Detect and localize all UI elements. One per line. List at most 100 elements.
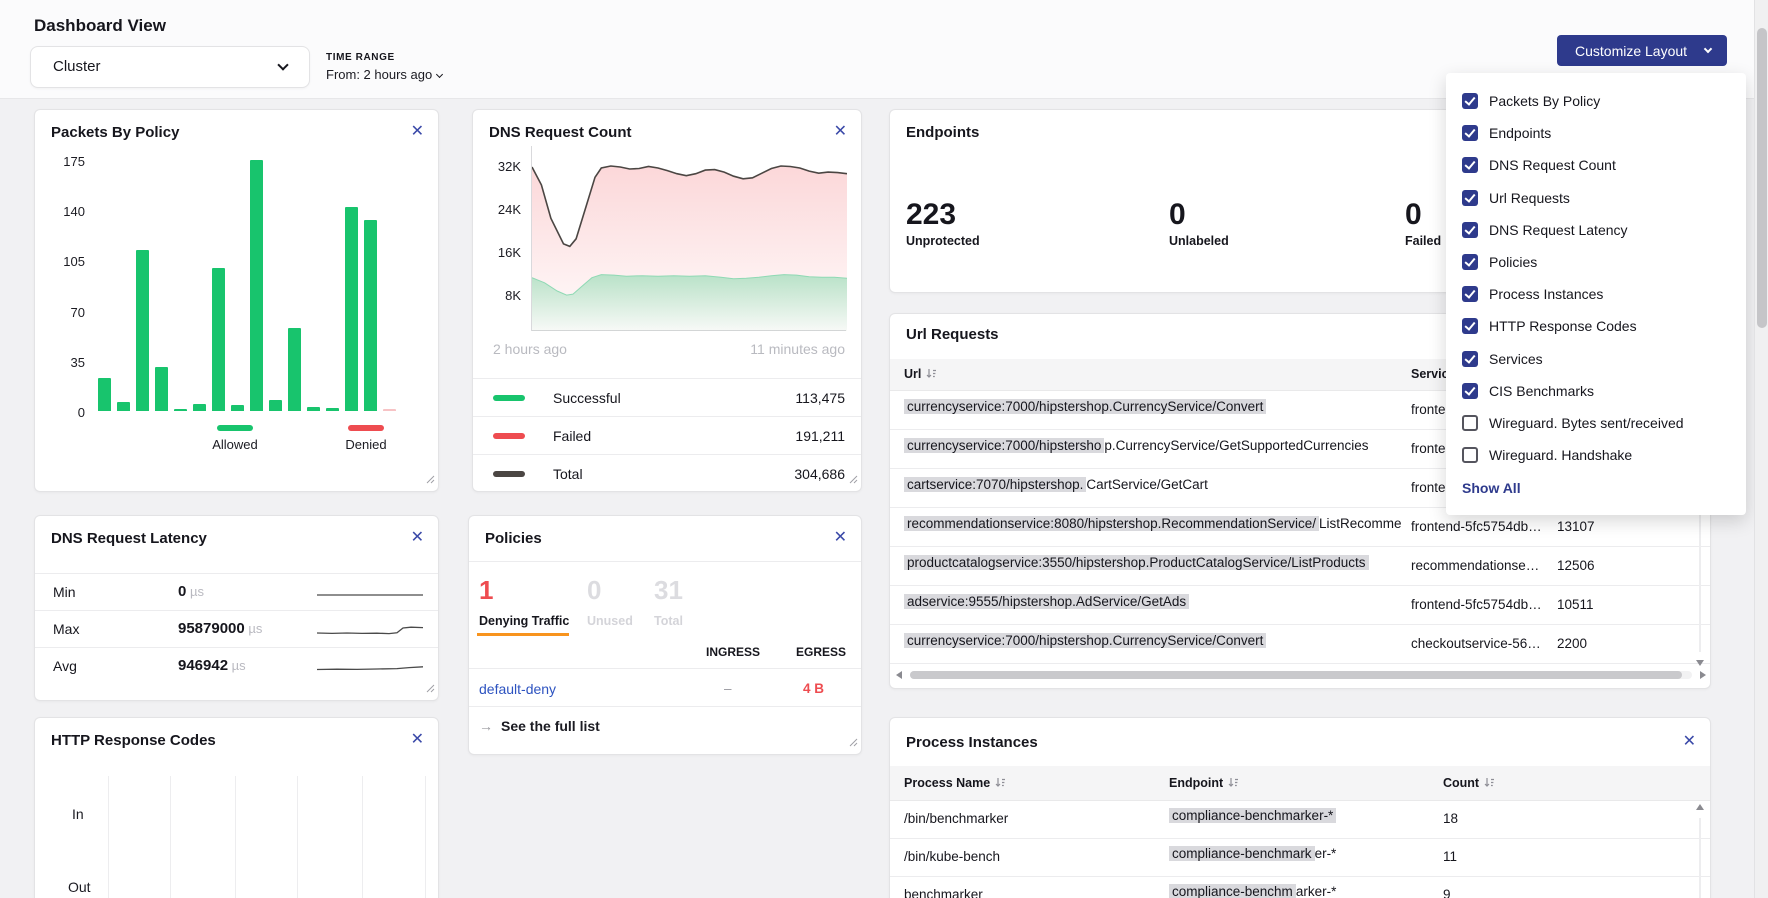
close-icon[interactable]: ✕	[411, 730, 424, 750]
latency-unit: µs	[186, 584, 204, 599]
policy-stat-denying-traffic[interactable]: 1Denying Traffic	[479, 575, 569, 628]
bar-allowed	[326, 408, 339, 411]
scroll-up-arrow-icon[interactable]	[1696, 804, 1704, 810]
latency-value: 946942 µs	[178, 657, 246, 674]
table-row[interactable]: /bin/benchmarkercompliance-benchmarker-*…	[890, 801, 1710, 839]
policy-ingress-value: –	[724, 681, 732, 696]
time-range-value[interactable]: From: 2 hours ago	[326, 67, 442, 82]
page-scrollbar[interactable]	[1754, 0, 1768, 898]
legend-swatch-successful	[493, 395, 525, 401]
row-label-in: In	[72, 806, 84, 822]
checkbox-checked-icon[interactable]	[1462, 351, 1478, 367]
time-range-label: TIME RANGE	[326, 52, 442, 63]
count-cell: 18	[1443, 811, 1513, 826]
close-icon[interactable]: ✕	[1683, 732, 1696, 752]
checkbox-checked-icon[interactable]	[1462, 383, 1478, 399]
bar-allowed	[98, 378, 111, 411]
divider	[469, 561, 861, 562]
latency-row: Avg946942 µs	[35, 647, 438, 685]
checkbox-unchecked-icon[interactable]	[1462, 447, 1478, 463]
table-row[interactable]: currencyservice:7000/hipstershop.Currenc…	[890, 625, 1710, 664]
column-header-process-name[interactable]: Process Name	[904, 776, 1006, 791]
table-row[interactable]: productcatalogservice:3550/hipstershop.P…	[890, 547, 1710, 586]
scrollbar-thumb[interactable]	[1757, 28, 1767, 328]
close-icon[interactable]: ✕	[834, 528, 847, 548]
endpoint-rest: er-*	[1315, 846, 1337, 861]
url-cell: currencyservice:7000/hipstershop.Currenc…	[904, 633, 1402, 648]
close-icon[interactable]: ✕	[834, 122, 847, 142]
table-row[interactable]: adservice:9555/hipstershop.AdService/Get…	[890, 586, 1710, 625]
card-title: Policies	[485, 530, 542, 547]
scrollbar-track	[1699, 818, 1701, 898]
checkbox-checked-icon[interactable]	[1462, 254, 1478, 270]
scrollbar-thumb[interactable]	[910, 671, 1682, 679]
scroll-left-arrow-icon[interactable]	[896, 671, 902, 679]
bar-allowed	[364, 220, 377, 411]
resize-handle-icon[interactable]	[426, 680, 435, 698]
y-axis-tick-label: 70	[39, 305, 85, 320]
policy-stat-total: 31Total	[654, 575, 683, 628]
policy-link-default-deny[interactable]: default-deny	[479, 681, 556, 697]
count-cell: 13107	[1557, 519, 1627, 534]
checkbox-checked-icon[interactable]	[1462, 125, 1478, 141]
count-cell: 11	[1443, 849, 1513, 864]
checkbox-checked-icon[interactable]	[1462, 93, 1478, 109]
process-name-cell: /bin/benchmarker	[904, 811, 1154, 826]
resize-handle-icon[interactable]	[849, 471, 858, 489]
checkbox-checked-icon[interactable]	[1462, 157, 1478, 173]
stat-label: Denying Traffic	[479, 614, 569, 628]
process-table-vertical-scrollbar[interactable]	[1696, 804, 1704, 898]
count-cell: 12506	[1557, 558, 1627, 573]
table-row[interactable]: benchmarkercompliance-benchmarker-*9	[890, 877, 1710, 898]
legend-value: 191,211	[795, 428, 845, 444]
url-table-horizontal-scrollbar[interactable]	[896, 669, 1706, 681]
customize-layout-button[interactable]: Customize Layout	[1557, 35, 1727, 66]
card-dns-request-count: DNS Request Count ✕ 32K24K16K8K	[472, 109, 862, 492]
card-title: HTTP Response Codes	[51, 732, 216, 749]
y-axis-tick-label: 0	[39, 405, 85, 420]
stat-value: 0	[1405, 198, 1441, 232]
view-selector-dropdown[interactable]: Cluster	[30, 46, 310, 88]
checkbox-checked-icon[interactable]	[1462, 286, 1478, 302]
y-axis-tick-label: 24K	[475, 202, 521, 217]
card-title: DNS Request Count	[489, 124, 632, 141]
menu-item-label: DNS Request Count	[1489, 157, 1616, 173]
checkbox-checked-icon[interactable]	[1462, 222, 1478, 238]
resize-handle-icon[interactable]	[849, 734, 858, 752]
stat-value: 31	[654, 575, 683, 606]
scroll-down-arrow-icon[interactable]	[1696, 660, 1704, 666]
menu-item-label: HTTP Response Codes	[1489, 318, 1637, 334]
show-all-link[interactable]: Show All	[1462, 480, 1521, 496]
url-rest: ListRecommendations	[1319, 516, 1402, 531]
card-title: Url Requests	[906, 326, 999, 343]
url-highlight: currencyservice:7000/hipstershop.Currenc…	[904, 399, 1266, 414]
bar-allowed	[288, 328, 301, 411]
divider	[469, 706, 861, 707]
scroll-right-arrow-icon[interactable]	[1700, 671, 1706, 679]
legend-label: Failed	[553, 428, 591, 444]
process-name-cell: benchmarker	[904, 887, 1154, 898]
column-header-count[interactable]: Count	[1443, 776, 1495, 791]
bar-allowed	[345, 207, 358, 411]
see-full-list-link[interactable]: →See the full list	[479, 718, 600, 734]
checkbox-checked-icon[interactable]	[1462, 318, 1478, 334]
url-rest: CartService/GetCart	[1086, 477, 1208, 492]
close-icon[interactable]: ✕	[411, 528, 424, 548]
divider	[469, 668, 861, 669]
bar-allowed	[250, 160, 263, 411]
page-title: Dashboard View	[34, 16, 166, 36]
policy-stat-unused: 0Unused	[587, 575, 633, 628]
checkbox-unchecked-icon[interactable]	[1462, 415, 1478, 431]
gridline	[297, 776, 298, 898]
column-header-url[interactable]: Url	[904, 367, 937, 382]
gridline	[235, 776, 236, 898]
menu-item-label: Services	[1489, 351, 1543, 367]
card-policies: Policies ✕ 1Denying Traffic 0Unused 31Tota…	[468, 515, 862, 755]
column-header-endpoint[interactable]: Endpoint	[1169, 776, 1239, 791]
checkbox-checked-icon[interactable]	[1462, 190, 1478, 206]
endpoint-highlight: compliance-benchmark	[1169, 846, 1315, 861]
table-row[interactable]: /bin/kube-benchcompliance-benchmarker-*1…	[890, 839, 1710, 877]
stat-label: Unlabeled	[1169, 234, 1229, 248]
resize-handle-icon[interactable]	[426, 471, 435, 489]
latency-value: 95879000 µs	[178, 620, 262, 637]
